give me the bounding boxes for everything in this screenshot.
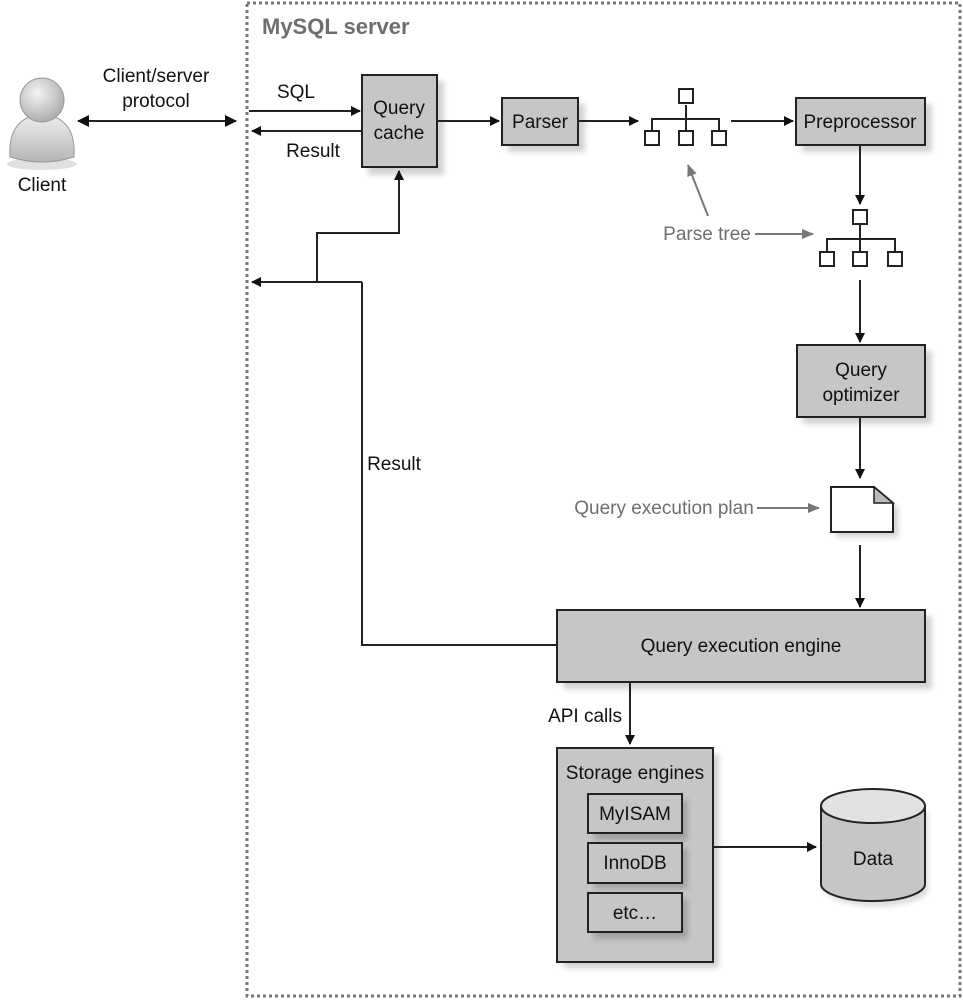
- user-icon: [7, 77, 77, 170]
- sql-label: SQL: [277, 82, 315, 103]
- query-cache-label-line2: cache: [374, 123, 425, 144]
- execution-plan-annotation: Query execution plan: [574, 498, 754, 519]
- database-icon: [820, 788, 928, 906]
- storage-engine-item: InnoDB: [587, 842, 688, 889]
- storage-engine-item-label: InnoDB: [603, 853, 666, 874]
- result-label-top: Result: [286, 141, 341, 162]
- query-execution-engine-label: Query execution engine: [641, 636, 842, 657]
- server-title: MySQL server: [262, 14, 410, 39]
- result-to-cache-arrow: [316, 170, 404, 282]
- parse-tree-icon: [819, 209, 903, 267]
- protocol-label-line1: Client/server: [103, 66, 210, 87]
- storage-engine-item-label: etc…: [613, 903, 657, 924]
- client-label: Client: [18, 175, 67, 196]
- data-label: Data: [853, 849, 894, 870]
- execution-plan-document-icon: [830, 485, 898, 537]
- query-cache-node: Query cache: [361, 74, 444, 175]
- parse-tree-pointer: [687, 164, 709, 217]
- result-label-left: Result: [367, 454, 422, 475]
- parser-node: Parser: [501, 97, 585, 152]
- parse-tree-icon: [644, 88, 727, 146]
- storage-engines-label: Storage engines: [566, 763, 704, 784]
- storage-engine-item: etc…: [587, 892, 688, 939]
- storage-engine-item-label: MyISAM: [599, 804, 671, 825]
- parse-tree-annotation: Parse tree: [663, 224, 751, 245]
- query-optimizer-label-line2: optimizer: [822, 385, 900, 406]
- api-calls-label: API calls: [548, 706, 622, 727]
- parser-label: Parser: [512, 112, 569, 133]
- query-optimizer-node: Query optimizer: [796, 344, 932, 424]
- query-optimizer-label-line1: Query: [835, 360, 887, 381]
- storage-engines-node: Storage engines MyISAM InnoDB etc…: [556, 747, 719, 968]
- preprocessor-node: Preprocessor: [795, 97, 932, 152]
- mysql-architecture-diagram: MySQL server Client Client/server protoc…: [7, 1, 962, 998]
- query-execution-engine-node: Query execution engine: [556, 609, 932, 689]
- query-cache-label-line1: Query: [373, 98, 425, 119]
- protocol-label-line2: protocol: [122, 91, 190, 112]
- storage-engine-item: MyISAM: [587, 793, 688, 840]
- preprocessor-label: Preprocessor: [804, 112, 918, 133]
